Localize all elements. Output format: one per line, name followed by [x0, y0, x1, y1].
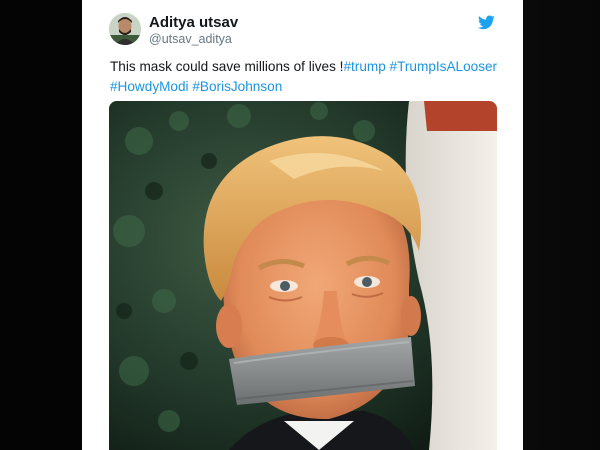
hashtag-link[interactable]: #TrumpIsALooser [390, 59, 498, 74]
tweet-text-body: This mask could save millions of lives [110, 59, 340, 74]
author-handle[interactable]: @utsav_aditya [149, 32, 232, 46]
tweet-photo[interactable] [109, 101, 497, 450]
author-display-name[interactable]: Aditya utsav [149, 14, 238, 31]
author-avatar[interactable] [109, 13, 141, 45]
photo-taped-mouth-image [109, 101, 497, 450]
hashtag-link[interactable]: #trump [343, 59, 385, 74]
right-black-margin [523, 0, 600, 450]
hashtag-link[interactable]: #HowdyModi [110, 79, 189, 94]
twitter-bird-icon[interactable] [478, 15, 495, 30]
embedded-tweet-card: Aditya utsav @utsav_aditya This mask cou… [82, 0, 523, 450]
user-avatar-icon [109, 13, 141, 45]
tweet-text: This mask could save millions of lives !… [110, 57, 510, 97]
left-black-margin [0, 0, 82, 450]
hashtag-link[interactable]: #BorisJohnson [192, 79, 282, 94]
